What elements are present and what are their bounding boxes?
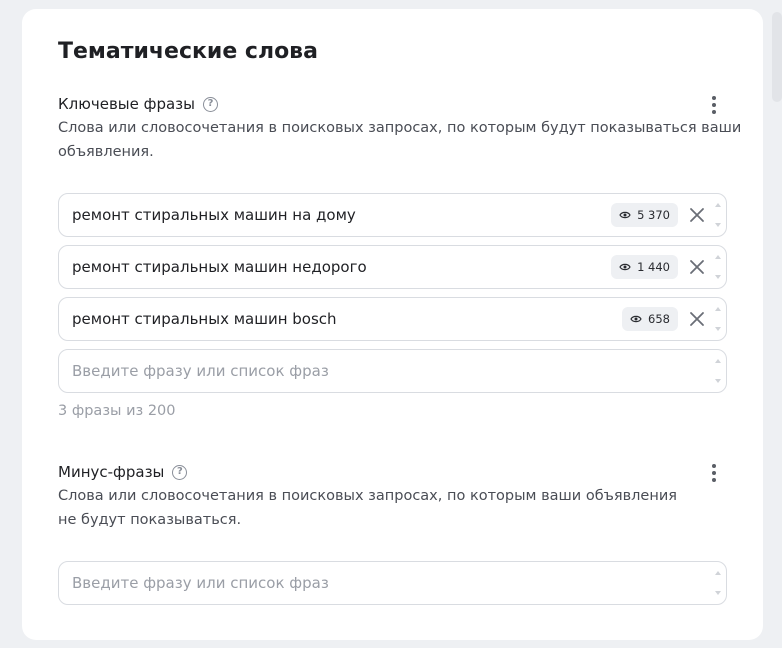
keywords-header: Ключевые фразы ? [58,95,218,113]
impressions-badge: 1 440 [611,255,678,279]
keywords-help-icon[interactable]: ? [203,96,218,112]
minus-phrase-input-placeholder[interactable]: Введите фразу или список фраз [72,574,714,592]
keyword-input-placeholder[interactable]: Введите фразу или список фраз [72,362,714,380]
keyword-input-field[interactable]: Введите фразу или список фраз [58,349,727,393]
minus-phrases-description: Слова или словосочетания в поисковых зап… [58,484,677,532]
thematic-words-card: Тематические слова Ключевые фразы ? Слов… [22,9,763,640]
resize-handle[interactable] [714,571,722,595]
eye-icon [619,211,631,219]
resize-handle[interactable] [714,307,722,331]
remove-phrase-close-icon[interactable] [688,258,706,276]
impressions-count: 5 370 [637,208,670,222]
minus-description-line1: Слова или словосочетания в поисковых зап… [58,488,677,504]
keywords-counter: 3 фразы из 200 [58,403,176,419]
minus-phrases-label: Минус-фразы [58,463,165,481]
keywords-description-line2: объявления. [58,144,154,160]
eye-icon [619,263,631,271]
impressions-badge: 5 370 [611,203,678,227]
keyword-phrase-text[interactable]: ремонт стиральных машин недорого [72,258,611,276]
resize-handle[interactable] [714,255,722,279]
remove-phrase-close-icon[interactable] [688,310,706,328]
keyword-phrase-field[interactable]: ремонт стиральных машин на дому 5 370 [58,193,727,237]
impressions-count: 1 440 [637,260,670,274]
keyword-phrase-field[interactable]: ремонт стиральных машин bosch 658 [58,297,727,341]
keyword-phrase-text[interactable]: ремонт стиральных машин bosch [72,310,622,328]
eye-icon [630,315,642,323]
keyword-phrase-text[interactable]: ремонт стиральных машин на дому [72,206,611,224]
resize-handle[interactable] [714,203,722,227]
keyword-phrase-field[interactable]: ремонт стиральных машин недорого 1 440 [58,245,727,289]
minus-phrases-header: Минус-фразы ? [58,463,188,481]
minus-phrases-more-icon[interactable] [708,462,720,484]
resize-handle[interactable] [714,359,722,383]
remove-phrase-close-icon[interactable] [688,206,706,224]
keywords-description-line1: Слова или словосочетания в поисковых зап… [58,120,742,136]
card-title: Тематические слова [58,39,318,64]
keywords-more-icon[interactable] [708,94,720,116]
scrollbar-thumb[interactable] [772,12,782,102]
keywords-description: Слова или словосочетания в поисковых зап… [58,116,741,164]
minus-description-line2: не будут показываться. [58,512,242,528]
minus-phrase-input-field[interactable]: Введите фразу или список фраз [58,561,727,605]
impressions-badge: 658 [622,307,678,331]
keywords-label: Ключевые фразы [58,95,195,113]
impressions-count: 658 [648,312,670,326]
minus-phrases-help-icon[interactable]: ? [172,464,188,480]
